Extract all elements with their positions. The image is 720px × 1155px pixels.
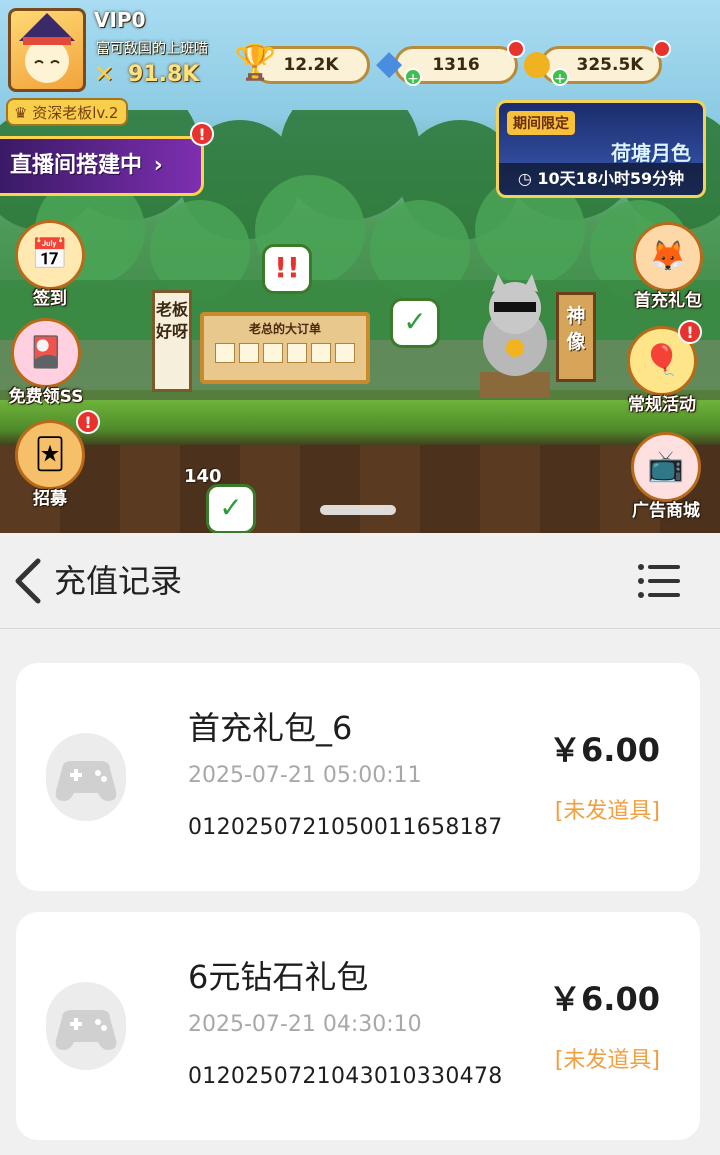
limited-event-banner[interactable]: 期间限定 荷塘月色 ◷ 10天18小时59分钟 [496, 100, 706, 198]
status-badge: [未发道具] [554, 799, 660, 824]
event-timer-text: 10天18小时59分钟 [537, 169, 685, 188]
big-order-board[interactable]: 老总的大订单 [200, 312, 370, 384]
grass-strip [0, 400, 720, 450]
record-time: 2025-07-21 05:00:11 [188, 763, 422, 788]
diamond-icon: ◆ [376, 43, 403, 83]
sign-in-button[interactable]: 📅 签到 [8, 220, 92, 309]
page-title: 充值记录 [54, 562, 183, 600]
chevron-right-icon: › [153, 153, 163, 178]
product-name: 首充礼包_6 [188, 709, 353, 747]
underground-dirt [0, 445, 720, 533]
amount: ￥6.00 [549, 980, 660, 1018]
first-recharge-label: 首充礼包 [634, 291, 702, 311]
order-board-title: 老总的大订单 [248, 322, 321, 336]
amount: ￥6.00 [549, 731, 660, 769]
drag-handle[interactable] [320, 505, 396, 515]
alert-badge-icon: ! [678, 320, 702, 344]
witch-cat-icon [19, 13, 75, 83]
character-card-icon: 🎴 [11, 318, 81, 388]
diamond-value: 1316 [432, 55, 480, 75]
recruit-label: 招募 [33, 489, 67, 509]
recruit-button[interactable]: 🃏 招募 [8, 420, 92, 509]
lucky-cat-statue-icon[interactable] [470, 272, 560, 402]
sign-in-label: 签到 [33, 289, 67, 309]
order-slots [204, 343, 366, 363]
live-room-banner[interactable]: 直播间搭建中 › [0, 136, 204, 196]
fork-knife-icon: ✕ [94, 60, 115, 88]
notification-dot [653, 40, 671, 58]
order-id: 0120250721043010330478 [188, 1064, 503, 1089]
add-diamond-icon[interactable]: + [404, 68, 422, 87]
add-coin-icon[interactable]: + [551, 68, 569, 87]
gamepad-icon [46, 733, 126, 821]
coin-value: 325.5K [576, 55, 644, 75]
alert-badge-icon: ! [190, 122, 214, 146]
record-card[interactable]: 6元钻石礼包 2025-07-21 04:30:10 0120250721043… [16, 912, 700, 1140]
gamepad-icon [46, 982, 126, 1070]
exclamation-bubble-icon[interactable]: !! [262, 244, 312, 294]
player-power: 91.8K [128, 62, 200, 87]
calendar-icon: 📅 [15, 220, 85, 290]
shop-tv-icon: 📺 [631, 432, 701, 502]
product-name: 6元钻石礼包 [188, 958, 369, 996]
god-statue-sign: 神像 [556, 292, 596, 382]
back-button[interactable] [8, 553, 48, 609]
header-bar: 充值记录 [0, 533, 720, 629]
free-ss-button[interactable]: 🎴 免费领SS [4, 318, 88, 407]
rank-label: 资深老板lv.2 [32, 104, 119, 122]
crown-icon: ♛ [14, 104, 28, 122]
greeting-sign: 老板好呀 [152, 290, 192, 392]
menu-button[interactable] [636, 561, 684, 601]
live-banner-label: 直播间搭建中 [10, 153, 143, 178]
game-scene: VIP0 富可敌国的上班喵 ✕ 91.8K ♛ 资深老板lv.2 12.2K 🏆… [0, 0, 720, 533]
resource-counter: 140 [184, 466, 222, 487]
player-avatar[interactable] [8, 8, 86, 92]
chevron-left-icon [15, 558, 41, 604]
ad-shop-button[interactable]: 📺 广告商城 [624, 432, 708, 521]
cards-icon: 🃏 [15, 420, 85, 490]
alert-badge-icon: ! [76, 410, 100, 434]
check-bag-icon[interactable]: ✓ [206, 484, 256, 533]
regular-activity-label: 常规活动 [628, 395, 696, 415]
check-bubble-icon[interactable]: ✓ [390, 298, 440, 348]
event-tag: 期间限定 [507, 111, 575, 135]
trophy-value: 12.2K [283, 55, 339, 75]
hamburger-menu-icon [638, 564, 680, 598]
coin-icon: ● [522, 43, 552, 83]
fox-gift-icon: 🦊 [633, 222, 703, 292]
event-timer: ◷ 10天18小时59分钟 [499, 163, 703, 195]
player-nickname: 富可敌国的上班喵 [96, 41, 208, 57]
record-time: 2025-07-21 04:30:10 [188, 1012, 422, 1037]
event-title: 荷塘月色 [611, 141, 691, 165]
trophy-icon: 🏆 [234, 43, 277, 83]
order-id: 0120250721050011658187 [188, 815, 503, 840]
record-card[interactable]: 首充礼包_6 2025-07-21 05:00:11 0120250721050… [16, 663, 700, 891]
free-ss-label: 免费领SS [8, 387, 84, 407]
rank-badge[interactable]: ♛ 资深老板lv.2 [6, 98, 129, 126]
vip-level: VIP0 [94, 8, 146, 32]
clock-icon: ◷ [517, 169, 538, 188]
first-recharge-button[interactable]: 🦊 首充礼包 [626, 222, 710, 311]
recharge-record-list: 首充礼包_6 2025-07-21 05:00:11 0120250721050… [0, 629, 720, 1155]
ad-shop-label: 广告商城 [632, 501, 700, 521]
status-badge: [未发道具] [554, 1048, 660, 1073]
